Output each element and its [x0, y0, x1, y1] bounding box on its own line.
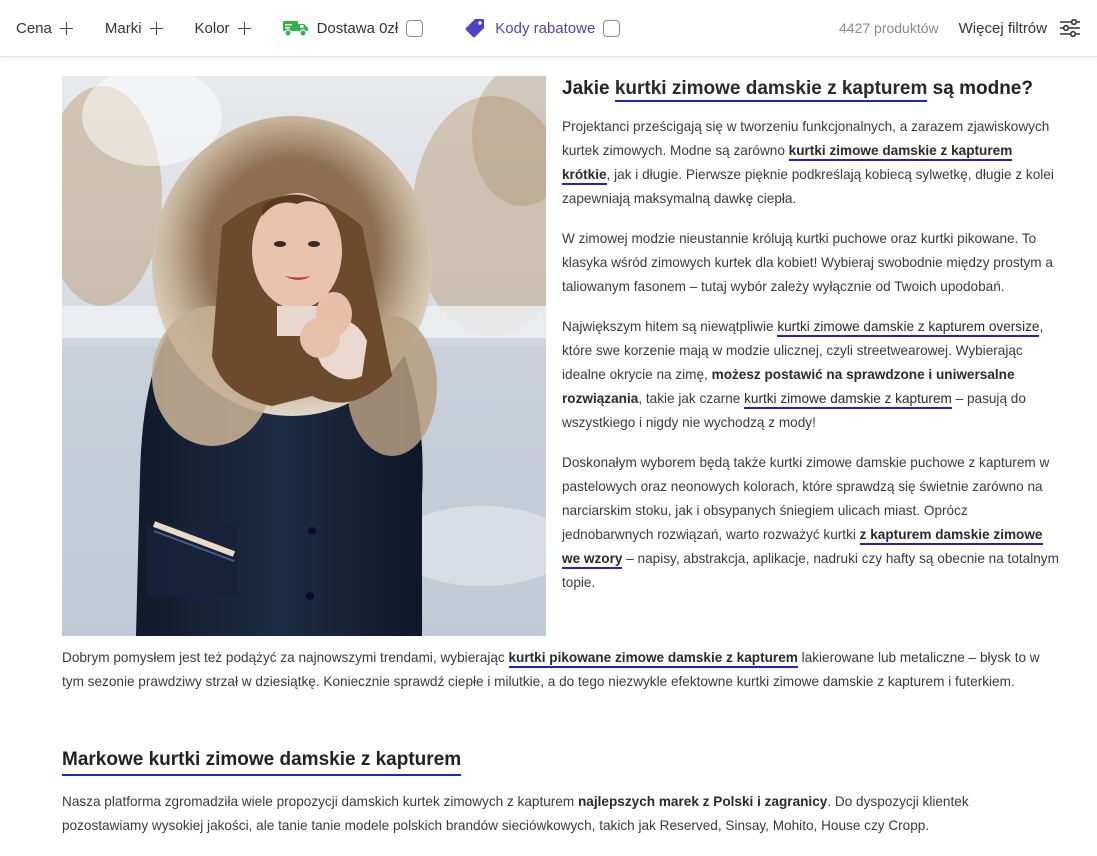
filter-bar: Cena Marki Kolor Dostawa 0zł Kody rabato…	[0, 0, 1097, 57]
heading-text: są modne?	[927, 78, 1033, 99]
filter-discount-codes[interactable]: Kody rabatowe	[465, 18, 621, 38]
sliders-icon	[1060, 19, 1080, 37]
filter-delivery-label: Dostawa 0zł	[316, 19, 399, 37]
link-quilted-jackets[interactable]: kurtki pikowane zimowe damskie z kapture…	[508, 650, 798, 668]
link-oversize-jackets[interactable]: kurtki zimowe damskie z kapturem oversiz…	[777, 319, 1040, 337]
paragraph-text: Dobrym pomysłem jest też podążyć za najn…	[62, 650, 509, 665]
product-count: 4427 produktów	[839, 20, 939, 36]
bold-text: najlepszych marek z Polski i zagranicy	[578, 794, 828, 809]
filter-discount-label: Kody rabatowe	[495, 19, 596, 37]
tag-icon	[465, 19, 485, 38]
heading-link[interactable]: kurtki zimowe damskie z kapturem	[614, 78, 928, 102]
paragraph-5: Dobrym pomysłem jest też podążyć za najn…	[62, 646, 1042, 694]
filter-color[interactable]: Kolor	[195, 20, 251, 37]
paragraph-2: W zimowej modzie nieustannie królują kur…	[562, 231, 1053, 294]
more-filters-button[interactable]: Więcej filtrów	[959, 19, 1081, 37]
paragraph-text: – napisy, abstrakcja, aplikacje, nadruki…	[562, 551, 1059, 590]
paragraph-3: Największym hitem są niewątpliwie kurtki…	[562, 315, 1062, 435]
filter-brands-label: Marki	[104, 19, 142, 37]
plus-icon	[59, 21, 73, 35]
filter-price[interactable]: Cena	[16, 20, 73, 37]
filter-free-delivery[interactable]: Dostawa 0zł	[282, 19, 424, 37]
filter-brands[interactable]: Marki	[105, 20, 163, 37]
heading-text: Jakie	[562, 78, 615, 99]
paragraph-6: Nasza platforma zgromadziła wiele propoz…	[62, 790, 1042, 838]
link-hooded-jackets[interactable]: kurtki zimowe damskie z kapturem	[744, 391, 952, 409]
filter-price-label: Cena	[16, 19, 52, 37]
paragraph-4: Doskonałym wyborem będą także kurtki zim…	[562, 451, 1062, 595]
filter-color-label: Kolor	[194, 19, 230, 37]
free-delivery-checkbox[interactable]	[406, 19, 424, 37]
more-filters-label: Więcej filtrów	[958, 19, 1047, 37]
plus-icon	[149, 21, 163, 35]
woman-winter-jacket-image	[62, 76, 546, 636]
paragraph-text: , takie jak czarne	[638, 391, 745, 406]
article-text-column: Jakie kurtki zimowe damskie z kapturem s…	[562, 76, 1062, 595]
section-heading-brands[interactable]: Markowe kurtki zimowe damskie z kapturem	[62, 748, 462, 776]
article-photo	[62, 76, 546, 636]
article-question-heading: Jakie kurtki zimowe damskie z kapturem s…	[562, 76, 1062, 102]
plus-icon	[237, 21, 251, 35]
truck-icon	[282, 21, 308, 37]
paragraph-text: Największym hitem są niewątpliwie	[562, 319, 778, 334]
discount-codes-checkbox[interactable]	[603, 19, 621, 37]
paragraph-1: Projektanci prześcigają się w tworzeniu …	[562, 115, 1062, 211]
paragraph-text: , jak i długie. Pierwsze pięknie podkreś…	[562, 167, 1054, 206]
paragraph-text: Nasza platforma zgromadziła wiele propoz…	[62, 794, 578, 809]
